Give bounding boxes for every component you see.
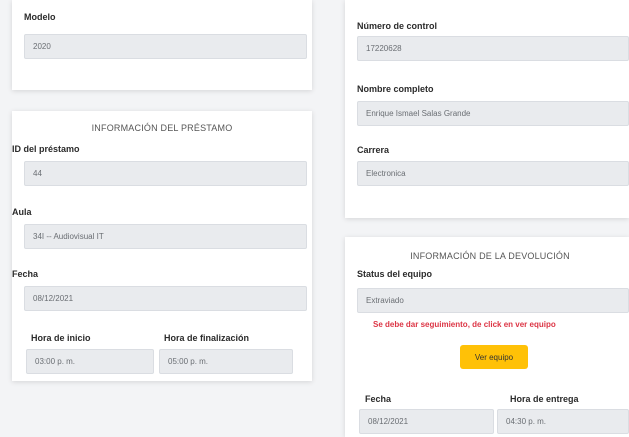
- loan-id-field[interactable]: 44: [24, 161, 307, 186]
- return-section-title: INFORMACIÓN DE LA DEVOLUCIÓN: [410, 251, 570, 261]
- full-name-label: Nombre completo: [357, 84, 434, 94]
- modelo-label: Modelo: [24, 12, 56, 22]
- equipment-card: Modelo 2020: [12, 0, 312, 90]
- modelo-field[interactable]: 2020: [24, 34, 307, 59]
- end-time-label: Hora de finalización: [164, 333, 250, 343]
- aula-label: Aula: [12, 207, 32, 217]
- return-date-field[interactable]: 08/12/2021: [359, 409, 494, 434]
- delivery-time-label: Hora de entrega: [510, 394, 579, 404]
- follow-up-warning: Se debe dar seguimiento, de click en ver…: [373, 320, 556, 329]
- loan-info-card: INFORMACIÓN DEL PRÉSTAMO ID del préstamo…: [12, 111, 312, 381]
- loan-id-label: ID del préstamo: [12, 144, 80, 154]
- student-card: Número de control 17220628 Nombre comple…: [345, 0, 629, 218]
- return-date-label: Fecha: [365, 394, 392, 404]
- equipment-status-field[interactable]: Extraviado: [357, 288, 629, 313]
- start-time-label: Hora de inicio: [31, 333, 91, 343]
- return-info-card: INFORMACIÓN DE LA DEVOLUCIÓN Status del …: [345, 237, 629, 437]
- aula-field[interactable]: 34I -- Audiovisual IT: [24, 224, 307, 249]
- career-field[interactable]: Electronica: [357, 161, 629, 186]
- control-number-label: Número de control: [357, 21, 438, 31]
- start-time-field[interactable]: 03:00 p. m.: [26, 349, 154, 374]
- end-time-field[interactable]: 05:00 p. m.: [159, 349, 293, 374]
- equipment-status-label: Status del equipo: [357, 269, 433, 279]
- control-number-field[interactable]: 17220628: [357, 36, 629, 61]
- career-label: Carrera: [357, 145, 390, 155]
- loan-date-field[interactable]: 08/12/2021: [24, 286, 307, 311]
- view-equipment-button[interactable]: Ver equipo: [460, 345, 528, 369]
- full-name-field[interactable]: Enrique Ismael Salas Grande: [357, 101, 629, 126]
- loan-date-label: Fecha: [12, 269, 39, 279]
- delivery-time-field[interactable]: 04:30 p. m.: [497, 409, 629, 434]
- loan-section-title: INFORMACIÓN DEL PRÉSTAMO: [91, 123, 233, 133]
